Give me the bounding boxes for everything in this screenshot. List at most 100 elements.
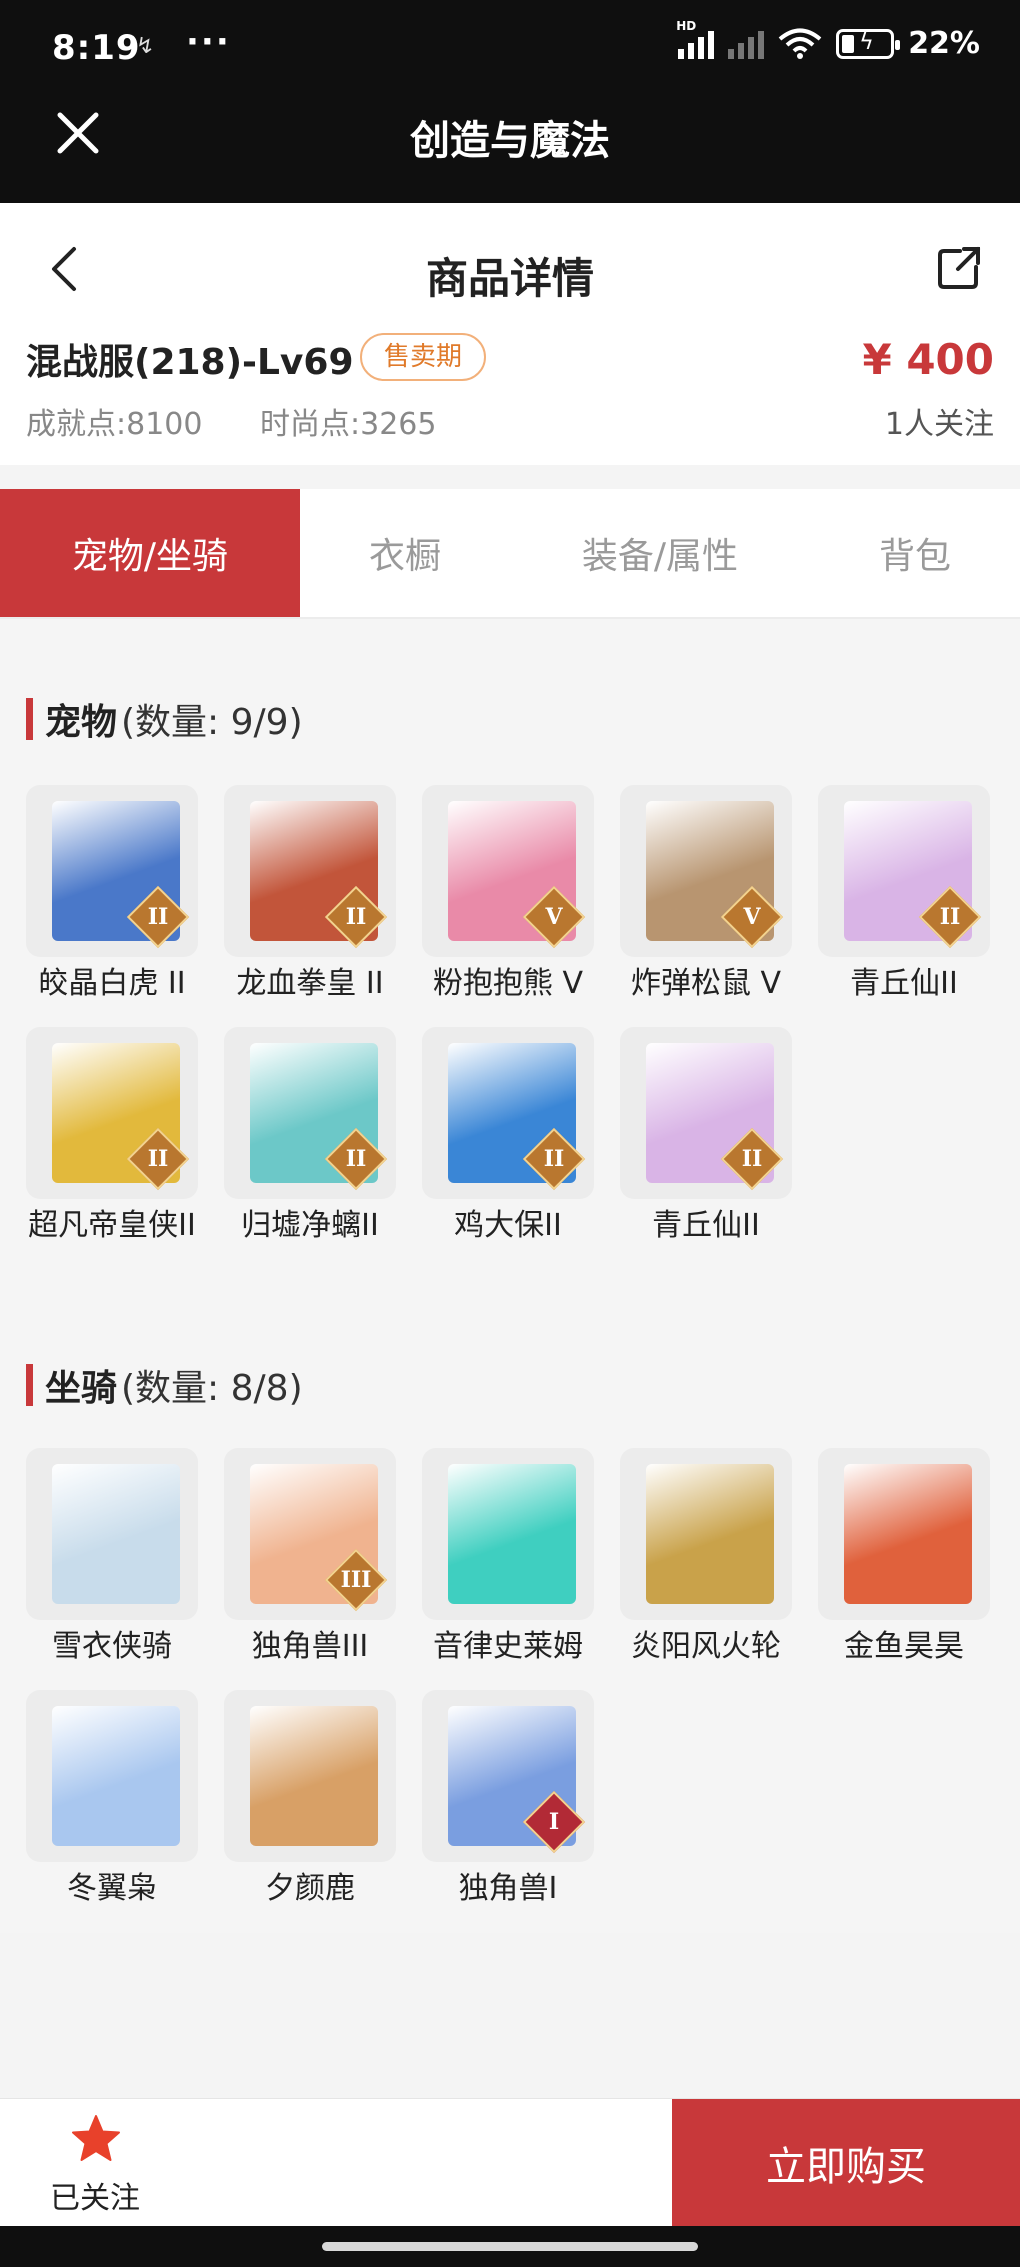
follow-label: 已关注 <box>50 2181 140 2216</box>
item-thumbnail: I <box>422 1690 594 1862</box>
tab-equipment[interactable]: 装备/属性 <box>510 489 810 617</box>
item-image <box>250 1706 378 1846</box>
item-thumbnail: II <box>26 785 198 957</box>
top-bar: 8:19 ↯ ··· HD ϟ 22% 创造与魔法 <box>0 0 1020 203</box>
item-image <box>52 1464 180 1604</box>
item-image <box>448 1464 576 1604</box>
tab-wardrobe[interactable]: 衣橱 <box>300 489 510 617</box>
rank-badge-label: I <box>548 1809 560 1835</box>
item-name-label: 独角兽III <box>251 1629 369 1664</box>
item-thumbnail: II <box>620 1027 792 1199</box>
section-label: 宠物 <box>45 702 118 743</box>
rank-badge-label: III <box>340 1567 372 1593</box>
item-card[interactable]: 炎阳风火轮 <box>620 1448 792 1668</box>
mounts-section-title: 坐骑 (数量: 8/8) <box>26 1359 303 1411</box>
rank-badge-label: II <box>741 1146 763 1172</box>
item-name-label: 金鱼昊昊 <box>844 1629 964 1664</box>
item-card[interactable]: 夕颜鹿 <box>224 1690 396 1910</box>
item-name-label: 超凡帝皇侠II <box>28 1208 196 1243</box>
item-thumbnail: V <box>422 785 594 957</box>
item-thumbnail: II <box>224 1027 396 1199</box>
item-card[interactable]: 金鱼昊昊 <box>818 1448 990 1668</box>
item-card[interactable]: II 归墟净螭II <box>224 1027 396 1247</box>
item-name-label: 独角兽I <box>458 1871 558 1906</box>
item-thumbnail <box>26 1690 198 1862</box>
item-card[interactable]: II 鸡大保II <box>422 1027 594 1247</box>
section-label: 坐骑 <box>45 1368 118 1409</box>
item-name-label: 青丘仙II <box>652 1208 760 1243</box>
item-name-label: 归墟净螭II <box>241 1208 379 1243</box>
item-name-label: 青丘仙II <box>850 966 958 1001</box>
item-thumbnail: III <box>224 1448 396 1620</box>
home-indicator[interactable] <box>322 2242 698 2251</box>
share-icon[interactable] <box>934 243 984 293</box>
rank-badge-label: II <box>147 904 169 930</box>
item-card[interactable]: V 炸弹松鼠 V <box>620 785 792 1005</box>
item-card[interactable]: II 龙血拳皇 II <box>224 785 396 1005</box>
app-title: 创造与魔法 <box>410 118 610 164</box>
tab-pets-mounts[interactable]: 宠物/坐骑 <box>0 489 300 617</box>
item-image <box>52 1706 180 1846</box>
wifi-icon <box>778 28 822 59</box>
item-card[interactable]: III 独角兽III <box>224 1448 396 1668</box>
item-thumbnail: II <box>26 1027 198 1199</box>
item-name-label: 音律史莱姆 <box>433 1629 583 1664</box>
item-card[interactable]: II 青丘仙II <box>620 1027 792 1247</box>
item-card[interactable]: I 独角兽I <box>422 1690 594 1910</box>
item-card[interactable]: II 皎晶白虎 II <box>26 785 198 1005</box>
rank-badge-label: V <box>743 904 761 930</box>
notification-icon: ↯ <box>136 34 155 59</box>
tab-bar: 宠物/坐骑 衣橱 装备/属性 背包 <box>0 489 1020 619</box>
section-accent-bar <box>26 698 33 740</box>
item-card[interactable]: II 青丘仙II <box>818 785 990 1005</box>
tab-backpack[interactable]: 背包 <box>810 489 1020 617</box>
more-notifications-icon: ··· <box>186 22 231 62</box>
item-card[interactable]: II 超凡帝皇侠II <box>26 1027 198 1247</box>
item-name-label: 皎晶白虎 II <box>38 966 186 1001</box>
item-thumbnail <box>818 1448 990 1620</box>
status-icons: HD ϟ 22% <box>676 19 980 62</box>
item-card[interactable]: 冬翼枭 <box>26 1690 198 1910</box>
item-name-label: 冬翼枭 <box>67 1871 157 1906</box>
achievement-points: 成就点:8100 <box>26 407 203 442</box>
item-thumbnail: II <box>422 1027 594 1199</box>
item-image <box>844 1464 972 1604</box>
battery-percent: 22% <box>908 26 980 61</box>
signal-icon: HD <box>676 19 715 59</box>
rank-badge-label: II <box>939 904 961 930</box>
fashion-points: 时尚点:3265 <box>260 407 437 442</box>
item-thumbnail <box>422 1448 594 1620</box>
spacer <box>0 1933 1020 2098</box>
item-image <box>646 1464 774 1604</box>
section-count: (数量: 9/9) <box>121 702 303 743</box>
pets-section-title: 宠物 (数量: 9/9) <box>26 693 303 745</box>
follow-button[interactable]: 已关注 <box>0 2099 190 2227</box>
item-name-label: 雪衣侠骑 <box>52 1629 172 1664</box>
item-thumbnail: II <box>224 785 396 957</box>
star-icon <box>72 2115 120 2161</box>
system-nav-bar <box>0 2226 1020 2267</box>
item-thumbnail <box>224 1690 396 1862</box>
item-name-label: 炸弹松鼠 V <box>630 966 782 1001</box>
item-card[interactable]: 雪衣侠骑 <box>26 1448 198 1668</box>
follower-count: 1人关注 <box>884 407 994 442</box>
product-header: 商品详情 混战服(218)-Lv69 售卖期 ¥ 400 成就点:8100 时尚… <box>0 203 1020 465</box>
item-card[interactable]: V 粉抱抱熊 V <box>422 785 594 1005</box>
item-name-label: 粉抱抱熊 V <box>432 966 584 1001</box>
item-name-label: 鸡大保II <box>454 1208 562 1243</box>
bottom-bar: 已关注 立即购买 <box>0 2098 1020 2227</box>
item-thumbnail <box>26 1448 198 1620</box>
page-title: 商品详情 <box>425 254 594 303</box>
battery-icon: ϟ <box>836 28 901 59</box>
item-card[interactable]: 音律史莱姆 <box>422 1448 594 1668</box>
section-count: (数量: 8/8) <box>121 1368 303 1409</box>
item-name: 混战服(218)-Lv69 <box>26 342 354 383</box>
rank-badge-label: II <box>147 1146 169 1172</box>
content-area: 宠物 (数量: 9/9) II 皎晶白虎 II II 龙血拳皇 II V 粉抱抱熊 V V 炸… <box>0 619 1020 1933</box>
item-thumbnail: II <box>818 785 990 957</box>
buy-now-button[interactable]: 立即购买 <box>672 2099 1020 2227</box>
signal-2-icon <box>728 29 765 59</box>
item-thumbnail: V <box>620 785 792 957</box>
item-thumbnail <box>620 1448 792 1620</box>
item-name-label: 炎阳风火轮 <box>631 1629 781 1664</box>
